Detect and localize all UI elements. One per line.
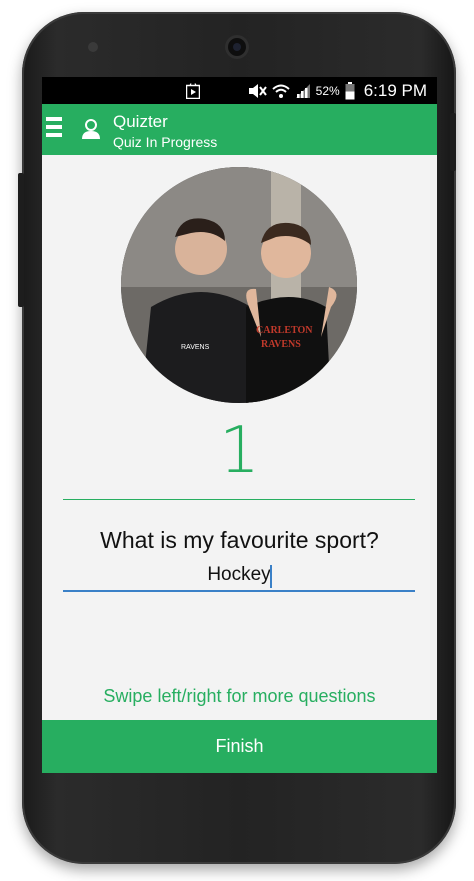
power-button (450, 113, 456, 171)
question-number: 1 (219, 414, 260, 488)
clock: 6:19 PM (363, 80, 427, 100)
screen: 52% 6:19 PM Quizter Quiz In Progress RAV… (42, 77, 437, 773)
quiz-photo: RAVENS CARLETON RAVENS (121, 167, 357, 403)
front-camera (228, 38, 246, 56)
answer-input[interactable] (63, 560, 415, 592)
question-text: What is my favourite sport? (100, 527, 379, 553)
wifi-icon (271, 82, 290, 100)
battery-percent: 52% (315, 83, 340, 98)
svg-text:RAVENS: RAVENS (261, 339, 301, 350)
swipe-hint: Swipe left/right for more questions (103, 686, 376, 706)
menu-icon[interactable] (46, 117, 62, 141)
app-title: Quizter (113, 112, 168, 131)
proximity-sensor (88, 42, 98, 52)
play-store-icon (186, 82, 200, 100)
profile-icon[interactable] (80, 118, 102, 140)
app-bar: Quizter Quiz In Progress (42, 104, 437, 155)
divider (63, 499, 415, 500)
app-subtitle: Quiz In Progress (113, 134, 218, 150)
svg-text:CARLETON: CARLETON (256, 325, 313, 336)
volume-button (18, 173, 24, 307)
signal-icon (295, 82, 311, 100)
status-bar: 52% 6:19 PM (42, 77, 437, 104)
svg-text:RAVENS: RAVENS (181, 344, 210, 351)
battery-icon (345, 81, 355, 100)
mute-icon (247, 82, 267, 100)
text-caret (270, 565, 272, 588)
finish-button[interactable]: Finish (42, 720, 437, 773)
